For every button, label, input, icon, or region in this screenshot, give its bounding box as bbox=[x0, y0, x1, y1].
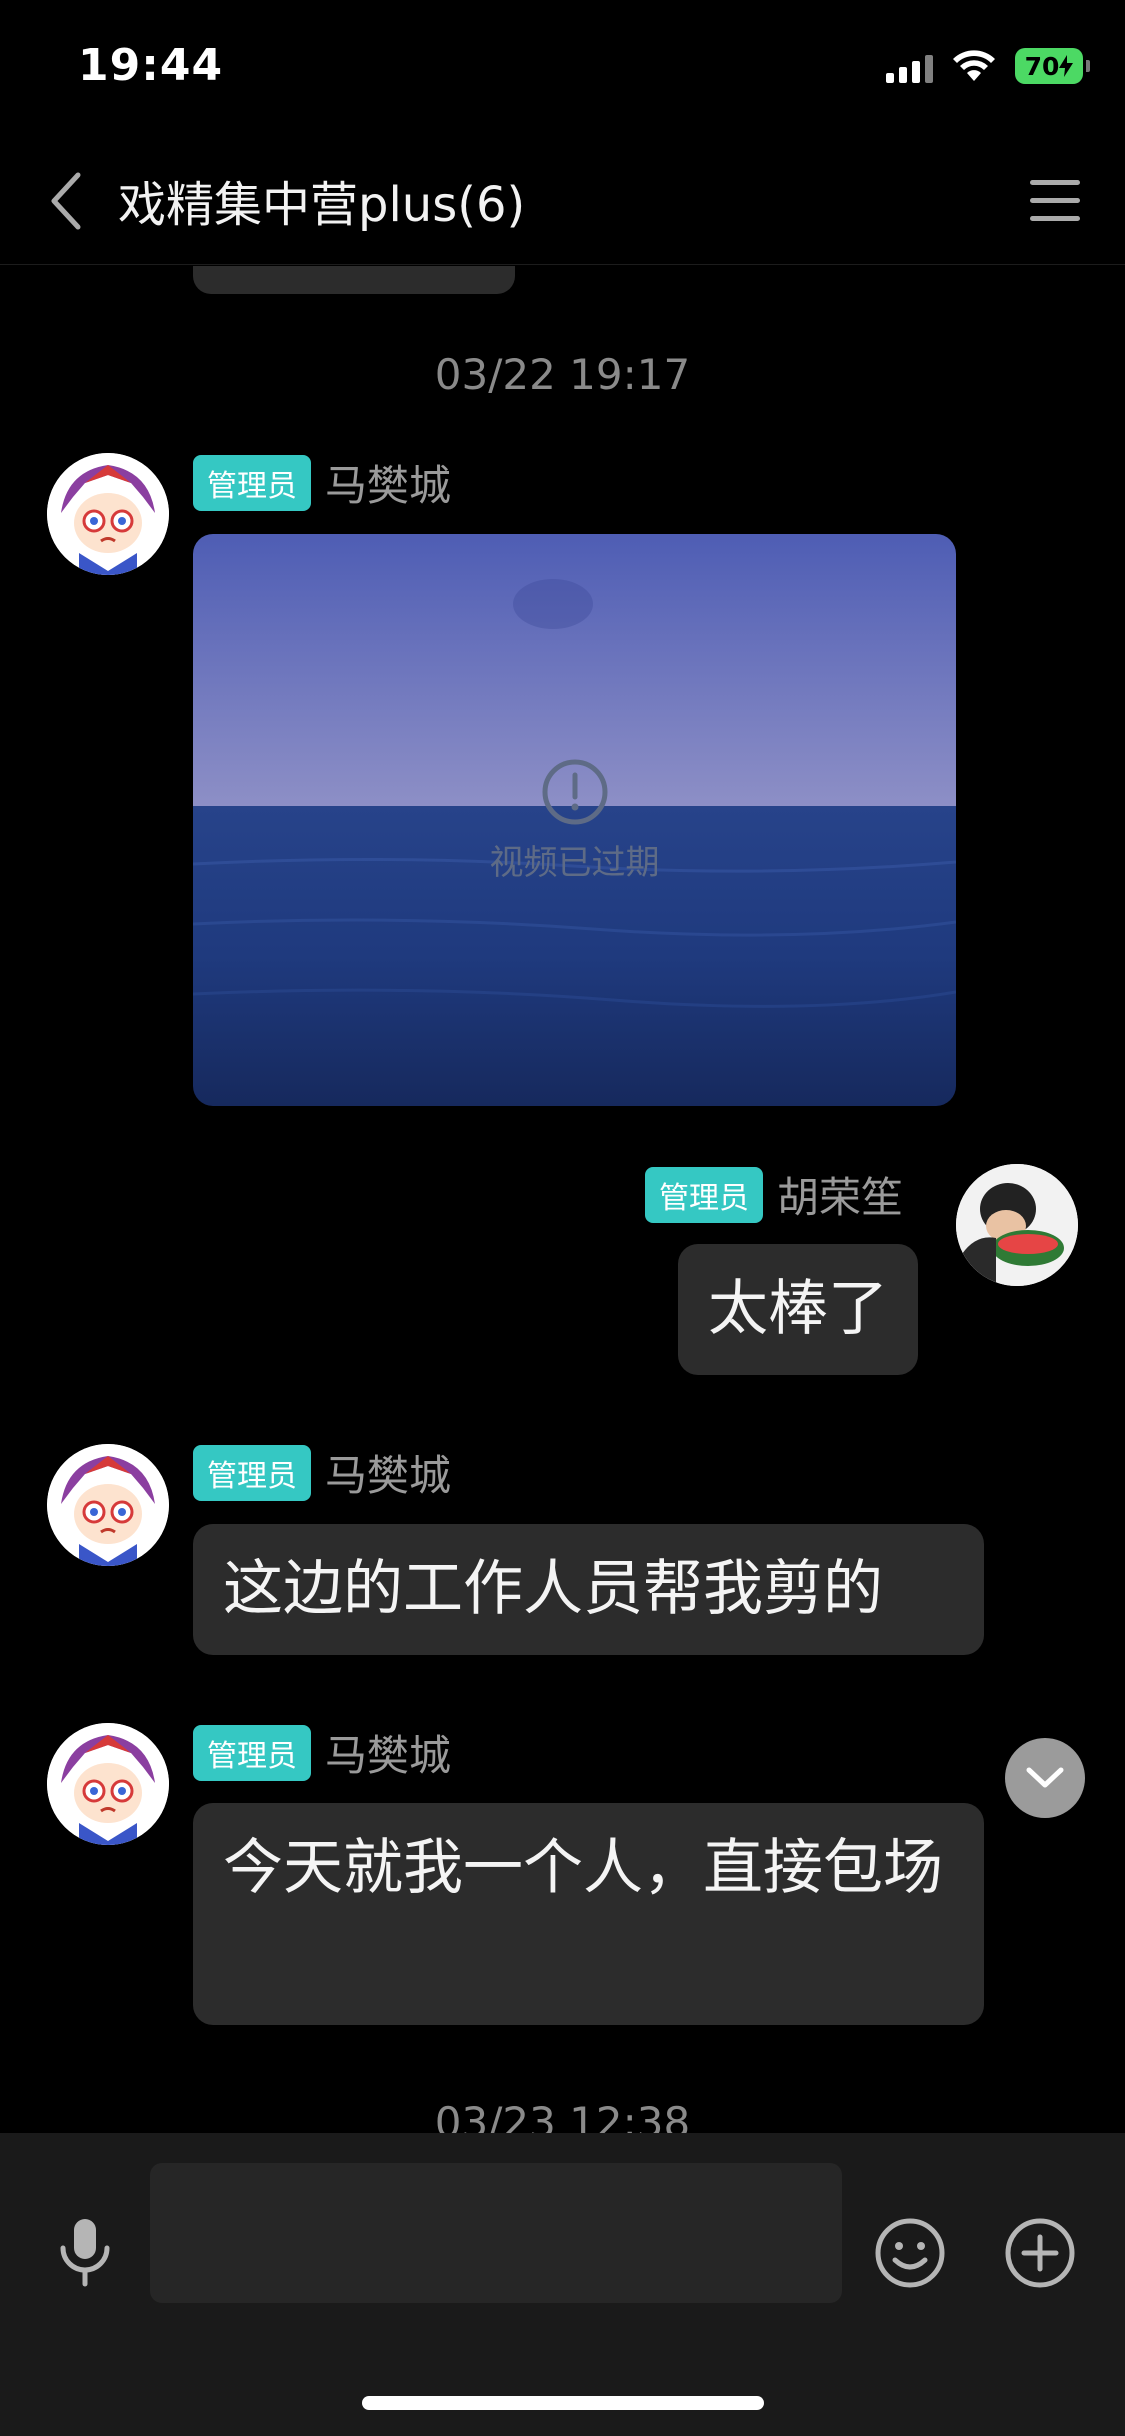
status-time: 19:44 bbox=[78, 40, 224, 91]
chevron-down-icon bbox=[1026, 1767, 1064, 1788]
home-indicator bbox=[362, 2396, 764, 2410]
plus-circle-icon bbox=[1005, 2218, 1075, 2288]
scroll-to-bottom-button[interactable] bbox=[1005, 1738, 1085, 1818]
microphone-icon bbox=[60, 2219, 110, 2287]
video-message[interactable]: 视频已过期 bbox=[193, 534, 956, 1106]
message-input[interactable] bbox=[150, 2163, 842, 2303]
sender-row: 管理员 马樊城 bbox=[193, 1722, 451, 1783]
back-button[interactable] bbox=[30, 163, 100, 239]
admin-badge: 管理员 bbox=[193, 1724, 311, 1781]
charging-icon bbox=[1059, 55, 1074, 77]
timestamp: 03/22 19:17 bbox=[434, 350, 691, 399]
battery-level: 70 bbox=[1024, 51, 1060, 81]
voice-button[interactable] bbox=[42, 2203, 128, 2303]
smiley-icon bbox=[875, 2218, 945, 2288]
admin-badge: 管理员 bbox=[645, 1166, 763, 1223]
admin-badge: 管理员 bbox=[193, 454, 311, 511]
sender-row: 管理员 马樊城 bbox=[193, 1442, 451, 1503]
chat-title: 戏精集中营plus(6) bbox=[118, 177, 526, 233]
message-bubble[interactable]: 今天就我一个人，直接包场 bbox=[193, 1803, 984, 2025]
chevron-left-icon bbox=[51, 172, 81, 230]
admin-badge: 管理员 bbox=[193, 1444, 311, 1501]
menu-button[interactable] bbox=[1015, 165, 1095, 235]
input-bar bbox=[0, 2133, 1125, 2436]
video-expired-label: 视频已过期 bbox=[489, 842, 660, 883]
more-actions-button[interactable] bbox=[1000, 2198, 1080, 2308]
emoji-button[interactable] bbox=[870, 2198, 950, 2308]
alert-circle-icon bbox=[542, 759, 607, 824]
nav-bar: 戏精集中营plus(6) bbox=[0, 135, 1125, 265]
avatar[interactable] bbox=[47, 1723, 169, 1845]
avatar[interactable] bbox=[47, 453, 169, 575]
video-expired-overlay: 视频已过期 bbox=[193, 534, 956, 1106]
sender-row: 管理员 胡荣笙 bbox=[645, 1164, 903, 1225]
wifi-icon bbox=[953, 50, 995, 81]
battery-icon: 70 bbox=[1015, 48, 1090, 84]
menu-icon bbox=[1030, 179, 1080, 185]
sender-name: 胡荣笙 bbox=[777, 1173, 904, 1222]
avatar[interactable] bbox=[956, 1164, 1078, 1286]
avatar[interactable] bbox=[47, 1444, 169, 1566]
status-bar: 19:44 70 bbox=[0, 0, 1125, 135]
message-bubble[interactable]: 太棒了 bbox=[678, 1244, 918, 1375]
message-bubble[interactable]: 这边的工作人员帮我剪的 bbox=[193, 1524, 984, 1655]
timestamp: 03/23 12:38 bbox=[434, 2098, 691, 2133]
chat-messages[interactable]: 03/22 19:17 管理员 马樊城 视频已过期 管理员 胡荣笙 太棒了 管理… bbox=[0, 266, 1125, 2133]
status-icons: 70 bbox=[886, 48, 1090, 84]
sender-name: 马樊城 bbox=[325, 461, 452, 510]
sender-name: 马樊城 bbox=[325, 1731, 452, 1780]
sender-name: 马樊城 bbox=[325, 1451, 452, 1500]
cellular-signal-icon bbox=[886, 49, 933, 83]
sender-row: 管理员 马樊城 bbox=[193, 452, 451, 513]
previous-message-bubble[interactable] bbox=[193, 266, 515, 294]
